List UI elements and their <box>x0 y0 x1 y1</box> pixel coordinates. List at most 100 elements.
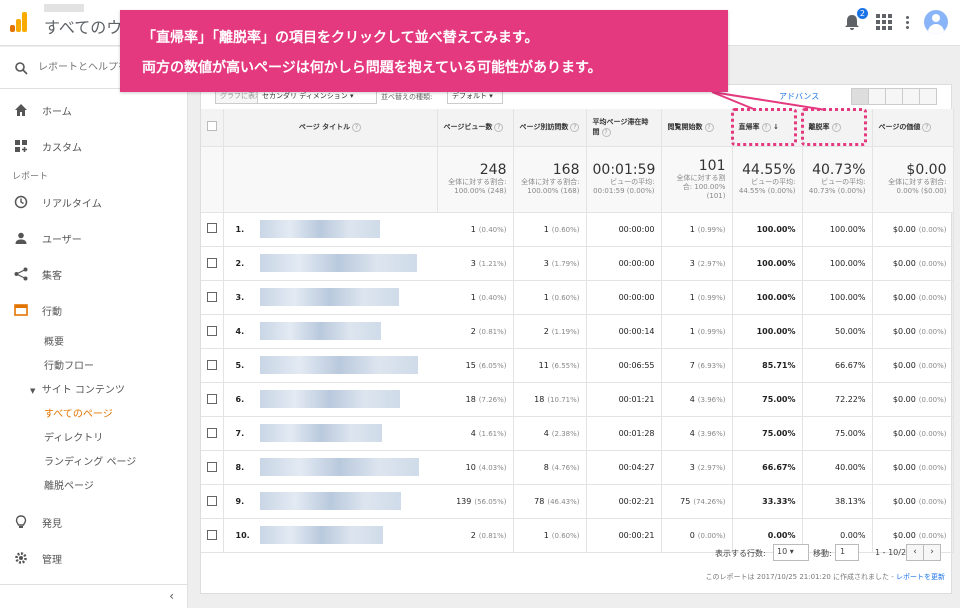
row-checkbox[interactable] <box>207 393 217 404</box>
row-checkbox[interactable] <box>207 427 217 438</box>
cell-page-title[interactable]: 1. <box>223 213 437 247</box>
data-rows: 1. 1 (0.40%) 1 (0.60%) 00:00:00 1 (0.99%) 100.00… <box>201 212 954 553</box>
row-select-cell <box>201 484 224 519</box>
cell-bounce-rate: 100.00% <box>732 212 803 247</box>
cell-percentage: (1.21%) <box>478 260 507 268</box>
table-row[interactable]: 5. 15 (6.05%) 11 (6.55%) 00:06:55 7 (6.93%) 85.7… <box>201 348 954 383</box>
col-label: 平均ページ滞在時間 <box>592 118 649 137</box>
cell-page-title[interactable]: 3. <box>223 281 437 315</box>
cell-page-value: $0.00 (0.00%) <box>872 348 954 383</box>
avatar[interactable] <box>924 10 948 34</box>
table-row[interactable]: 3. 1 (0.40%) 1 (0.60%) 00:00:00 1 (0.99%) 100.00… <box>201 280 954 315</box>
sidebar-item-custom[interactable]: カスタム <box>0 131 188 161</box>
advanced-filter-link[interactable]: アドバンス <box>779 91 819 102</box>
blurred-page-title[interactable] <box>259 492 401 510</box>
col-pageviews[interactable]: ページビュー数? <box>437 109 514 147</box>
apps-grid-icon[interactable] <box>876 14 892 30</box>
blurred-page-title[interactable] <box>259 322 381 340</box>
sidebar-item-discover[interactable]: 発見 <box>0 507 188 537</box>
row-checkbox[interactable] <box>207 291 217 302</box>
cell-page-title[interactable]: 9. <box>223 485 437 519</box>
cell-page-title[interactable]: 2. <box>223 247 437 281</box>
select-all-checkbox[interactable] <box>207 121 217 132</box>
table-row[interactable]: 4. 2 (0.81%) 2 (1.19%) 00:00:14 1 (0.99%) 100.00… <box>201 314 954 349</box>
row-select-cell <box>201 382 224 417</box>
more-options-icon[interactable] <box>906 15 910 29</box>
sidebar-item-behavior[interactable]: 行動 <box>0 295 188 325</box>
table-row[interactable]: 6. 18 (7.26%) 18 (10.71%) 00:01:21 4 (3.96%) 75.… <box>201 382 954 417</box>
help-icon[interactable]: ? <box>352 123 362 133</box>
table-row[interactable]: 9. 139 (56.05%) 78 (46.43%) 00:02:21 75 (74.26%… <box>201 484 954 519</box>
blurred-page-title[interactable] <box>259 220 380 238</box>
table-row[interactable]: 2. 3 (1.21%) 3 (1.79%) 00:00:00 3 (2.97%) 100.00… <box>201 246 954 281</box>
help-icon[interactable]: ? <box>922 123 932 133</box>
cell-percentage: (0.00%) <box>918 464 947 472</box>
blurred-page-title[interactable] <box>259 390 400 408</box>
pie-view-icon[interactable] <box>868 88 886 105</box>
sidebar-item-home[interactable]: ホーム <box>0 95 188 125</box>
cell-page-value: $0.00 (0.00%) <box>872 314 954 349</box>
sidebar-item-directory[interactable]: ディレクトリ <box>44 429 103 444</box>
col-entrances[interactable]: 閲覧開始数? <box>661 109 733 147</box>
sidebar-item-admin[interactable]: 管理 <box>0 543 188 573</box>
row-checkbox[interactable] <box>207 495 217 506</box>
prev-page-button[interactable]: ‹ <box>906 544 924 561</box>
help-icon[interactable]: ? <box>494 123 504 133</box>
total-subtext: 全体に対する割合: 100.00% (101) <box>676 173 726 200</box>
cell-page-title[interactable]: 6. <box>223 383 437 417</box>
col-avg-time[interactable]: 平均ページ滞在時間? <box>586 109 662 147</box>
blurred-page-title[interactable] <box>259 356 418 374</box>
cell-percentage: (4.76%) <box>551 464 580 472</box>
row-checkbox[interactable] <box>207 461 217 472</box>
blurred-page-title[interactable] <box>259 254 417 272</box>
row-checkbox[interactable] <box>207 529 217 540</box>
cell-percentage: (0.00%) <box>918 430 947 438</box>
help-icon[interactable]: ? <box>570 123 580 133</box>
sidebar-item-all-pages[interactable]: すべてのページ <box>44 405 113 420</box>
goto-page-input[interactable]: 1 <box>835 544 859 561</box>
table-row[interactable]: 1. 1 (0.40%) 1 (0.60%) 00:00:00 1 (0.99%) 100.00… <box>201 212 954 247</box>
col-page-title[interactable]: ページ タイトル? <box>223 109 438 147</box>
help-icon[interactable]: ? <box>601 128 611 138</box>
performance-view-icon[interactable] <box>885 88 903 105</box>
blurred-page-title[interactable] <box>259 458 419 476</box>
cell-percentage: (6.93%) <box>697 362 726 370</box>
row-checkbox[interactable] <box>207 223 217 234</box>
sidebar-item-acquisition[interactable]: 集客 <box>0 259 188 289</box>
blurred-page-title[interactable] <box>259 288 399 306</box>
col-page-value[interactable]: ページの価値? <box>872 109 954 147</box>
comparison-view-icon[interactable] <box>902 88 920 105</box>
sidebar-item-overview[interactable]: 概要 <box>44 333 64 348</box>
row-checkbox[interactable] <box>207 359 217 370</box>
cell-page-title[interactable]: 8. <box>223 451 437 485</box>
table-view-icon[interactable] <box>851 88 869 105</box>
sidebar-item-landing-pages[interactable]: ランディング ページ <box>44 453 136 468</box>
analytics-logo-icon[interactable] <box>10 12 28 32</box>
pivot-view-icon[interactable] <box>919 88 937 105</box>
cell-page-title[interactable]: 5. <box>223 349 437 383</box>
table-row[interactable]: 8. 10 (4.03%) 8 (4.76%) 00:04:27 3 (2.97%) 66.67… <box>201 450 954 485</box>
notifications-bell-icon[interactable]: 2 <box>842 8 868 32</box>
sidebar-item-label: サイト コンテンツ <box>41 385 125 396</box>
table-row[interactable]: 7. 4 (1.61%) 4 (2.38%) 00:01:28 4 (3.96%) 75.00%… <box>201 416 954 451</box>
cell-unique-pageviews: 8 (4.76%) <box>513 450 587 485</box>
row-index: 5. <box>235 360 245 370</box>
refresh-report-link[interactable]: レポートを更新 <box>896 573 945 581</box>
cell-unique-pageviews: 1 (0.60%) <box>513 280 587 315</box>
blurred-page-title[interactable] <box>259 424 382 442</box>
sidebar-item-site-content[interactable]: ▼ サイト コンテンツ <box>30 381 125 396</box>
sidebar-item-behavior-flow[interactable]: 行動フロー <box>44 357 94 372</box>
sidebar-item-users[interactable]: ユーザー <box>0 223 188 253</box>
sidebar-item-realtime[interactable]: リアルタイム <box>0 187 188 217</box>
cell-page-title[interactable]: 7. <box>223 417 437 451</box>
next-page-button[interactable]: › <box>923 544 941 561</box>
rows-per-page-select[interactable]: 10 ▾ <box>773 544 809 561</box>
person-icon <box>15 232 27 244</box>
cell-page-title[interactable]: 4. <box>223 315 437 349</box>
row-checkbox[interactable] <box>207 325 217 336</box>
sidebar-item-exit-pages[interactable]: 離脱ページ <box>44 477 94 492</box>
row-checkbox[interactable] <box>207 257 217 268</box>
col-unique-pageviews[interactable]: ページ別訪問数? <box>513 109 587 147</box>
collapse-sidebar-button[interactable]: ‹ <box>0 584 188 608</box>
help-icon[interactable]: ? <box>704 123 714 133</box>
